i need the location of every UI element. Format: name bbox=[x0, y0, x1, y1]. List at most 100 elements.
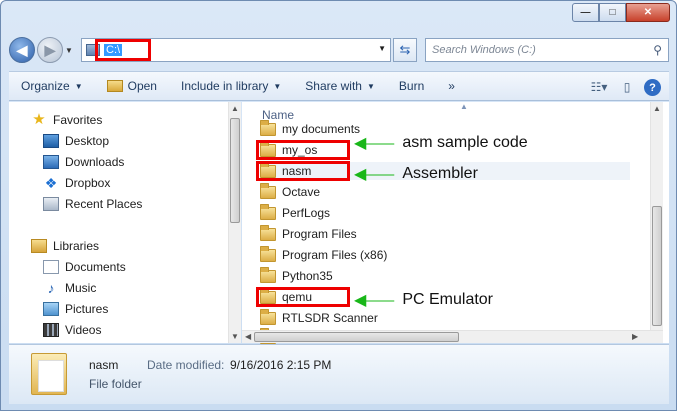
nav-item-videos[interactable]: Videos bbox=[43, 323, 101, 337]
scroll-right-icon[interactable]: ▶ bbox=[632, 332, 638, 341]
arrow-left-icon: ◀—— bbox=[354, 166, 394, 183]
window-caption-buttons: — □ ✕ bbox=[572, 3, 670, 22]
open-button[interactable]: Open bbox=[106, 79, 157, 93]
list-item[interactable]: Python35 bbox=[260, 266, 333, 285]
highlight-box-qemu bbox=[256, 287, 350, 307]
folder-icon bbox=[31, 353, 67, 395]
nav-label: Documents bbox=[65, 260, 126, 274]
scroll-up-icon[interactable]: ▲ bbox=[231, 104, 239, 113]
list-item[interactable]: Program Files bbox=[260, 224, 357, 243]
recent-pages-dropdown[interactable]: ▼ bbox=[65, 46, 77, 55]
list-item[interactable]: Program Files (x86) bbox=[260, 245, 387, 264]
navigation-pane: ★ Favorites Desktop Downloads ❖ Dropbox Re… bbox=[9, 102, 241, 343]
forward-button[interactable]: ▶ bbox=[37, 37, 63, 63]
nav-pane-scroll-thumb[interactable] bbox=[230, 118, 240, 223]
desktop-icon bbox=[43, 134, 59, 148]
address-highlight-box bbox=[95, 39, 151, 61]
dropbox-icon: ❖ bbox=[44, 175, 58, 191]
maximize-button[interactable]: □ bbox=[599, 3, 626, 22]
nav-item-pictures[interactable]: Pictures bbox=[43, 302, 108, 316]
star-icon: ★ bbox=[32, 111, 46, 128]
file-list-pane: ▲ Name my documents my_os nasm Octave Pe… bbox=[242, 102, 669, 344]
nav-favorites[interactable]: ★ Favorites bbox=[31, 111, 103, 128]
list-item[interactable]: Octave bbox=[260, 182, 321, 201]
folder-icon bbox=[260, 182, 276, 199]
nav-label: Videos bbox=[65, 323, 102, 337]
organize-label: Organize bbox=[21, 79, 70, 93]
folder-icon bbox=[260, 224, 276, 241]
more-commands-button[interactable]: » bbox=[448, 79, 455, 93]
arrow-left-icon: ◀—— bbox=[354, 292, 394, 309]
sort-ascending-icon: ▲ bbox=[460, 102, 468, 111]
nav-label: Favorites bbox=[53, 113, 103, 127]
details-modified-value: 9/16/2016 2:15 PM bbox=[230, 358, 332, 372]
nav-item-dropbox[interactable]: ❖ Dropbox bbox=[43, 175, 111, 191]
annotation-text: Assembler bbox=[402, 165, 478, 182]
command-bar: Organize ▼ Open Include in library ▼ Share… bbox=[9, 71, 669, 101]
list-item[interactable]: PerfLogs bbox=[260, 203, 330, 222]
nav-item-desktop[interactable]: Desktop bbox=[43, 134, 109, 148]
chevron-down-icon: ▼ bbox=[366, 81, 375, 91]
view-controls: ☷▾ ▯ ? bbox=[582, 77, 661, 97]
annotation-text: asm sample code bbox=[402, 134, 528, 151]
include-in-library-button[interactable]: Include in library ▼ bbox=[181, 79, 281, 93]
recent-places-icon bbox=[43, 197, 59, 211]
arrow-left-icon: ◀—— bbox=[354, 135, 394, 152]
list-item[interactable]: RTLSDR Scanner bbox=[260, 308, 378, 327]
scroll-left-icon[interactable]: ◀ bbox=[245, 332, 251, 341]
file-name: Octave bbox=[282, 185, 321, 199]
folder-icon bbox=[260, 308, 276, 325]
scroll-up-icon[interactable]: ▲ bbox=[653, 104, 661, 113]
nav-pane-scrollbar[interactable]: ▲ ▼ bbox=[228, 102, 241, 343]
highlight-box-my-os bbox=[256, 140, 350, 160]
annotation-qemu: ◀—— PC Emulator bbox=[354, 290, 493, 310]
file-list-hscrollbar[interactable]: ◀ ▶ bbox=[242, 330, 663, 343]
highlight-box-nasm bbox=[256, 161, 350, 181]
folder-icon bbox=[260, 203, 276, 220]
nav-item-music[interactable]: ♪ Music bbox=[43, 281, 97, 295]
nav-label: Music bbox=[65, 281, 97, 295]
folder-icon bbox=[260, 266, 276, 283]
nav-libraries[interactable]: Libraries bbox=[31, 239, 99, 253]
minimize-button[interactable]: — bbox=[572, 3, 599, 22]
nav-item-recent-places[interactable]: Recent Places bbox=[43, 197, 142, 211]
file-list-vscrollbar[interactable]: ▲ bbox=[650, 102, 663, 330]
close-button[interactable]: ✕ bbox=[626, 3, 670, 22]
annotation-text: PC Emulator bbox=[402, 291, 494, 308]
explorer-window: — □ ✕ ◀ ▶ ▼ C:\ ▼ ⇆ Search Windows (C:) … bbox=[0, 0, 677, 411]
downloads-icon bbox=[43, 155, 59, 169]
annotation-nasm: ◀—— Assembler bbox=[354, 164, 478, 184]
nav-label: Libraries bbox=[53, 239, 100, 253]
burn-button[interactable]: Burn bbox=[399, 79, 424, 93]
search-input[interactable]: Search Windows (C:) ⚲ bbox=[425, 38, 669, 62]
nav-label: Desktop bbox=[65, 134, 110, 148]
help-icon[interactable]: ? bbox=[644, 79, 661, 96]
chevron-down-icon[interactable]: ▼ bbox=[378, 44, 386, 53]
nav-label: Downloads bbox=[65, 155, 125, 169]
share-with-button[interactable]: Share with ▼ bbox=[305, 79, 375, 93]
file-list-hscroll-thumb[interactable] bbox=[254, 332, 459, 342]
view-options-icon[interactable]: ☷▾ bbox=[588, 77, 610, 97]
share-with-label: Share with bbox=[305, 79, 362, 93]
back-button[interactable]: ◀ bbox=[9, 37, 35, 63]
chevron-down-icon: ▼ bbox=[273, 81, 282, 91]
file-name: my documents bbox=[282, 122, 361, 136]
videos-icon bbox=[43, 323, 59, 337]
details-type: File folder bbox=[89, 377, 142, 391]
organize-button[interactable]: Organize ▼ bbox=[21, 79, 83, 93]
nav-item-downloads[interactable]: Downloads bbox=[43, 155, 124, 169]
nav-item-documents[interactable]: Documents bbox=[43, 260, 126, 274]
chevron-down-icon: ▼ bbox=[74, 81, 83, 91]
scroll-down-icon[interactable]: ▼ bbox=[231, 332, 239, 341]
burn-label: Burn bbox=[398, 79, 425, 93]
list-item[interactable]: my documents bbox=[260, 119, 361, 138]
refresh-button[interactable]: ⇆ bbox=[393, 38, 417, 62]
preview-pane-icon[interactable]: ▯ bbox=[616, 77, 638, 97]
nav-label: Dropbox bbox=[65, 176, 111, 190]
details-name: nasm bbox=[89, 358, 119, 372]
nav-label: Recent Places bbox=[65, 197, 143, 211]
search-icon[interactable]: ⚲ bbox=[653, 43, 662, 57]
file-list-vscroll-thumb[interactable] bbox=[652, 206, 662, 326]
documents-icon bbox=[43, 260, 59, 274]
pictures-icon bbox=[43, 302, 59, 316]
